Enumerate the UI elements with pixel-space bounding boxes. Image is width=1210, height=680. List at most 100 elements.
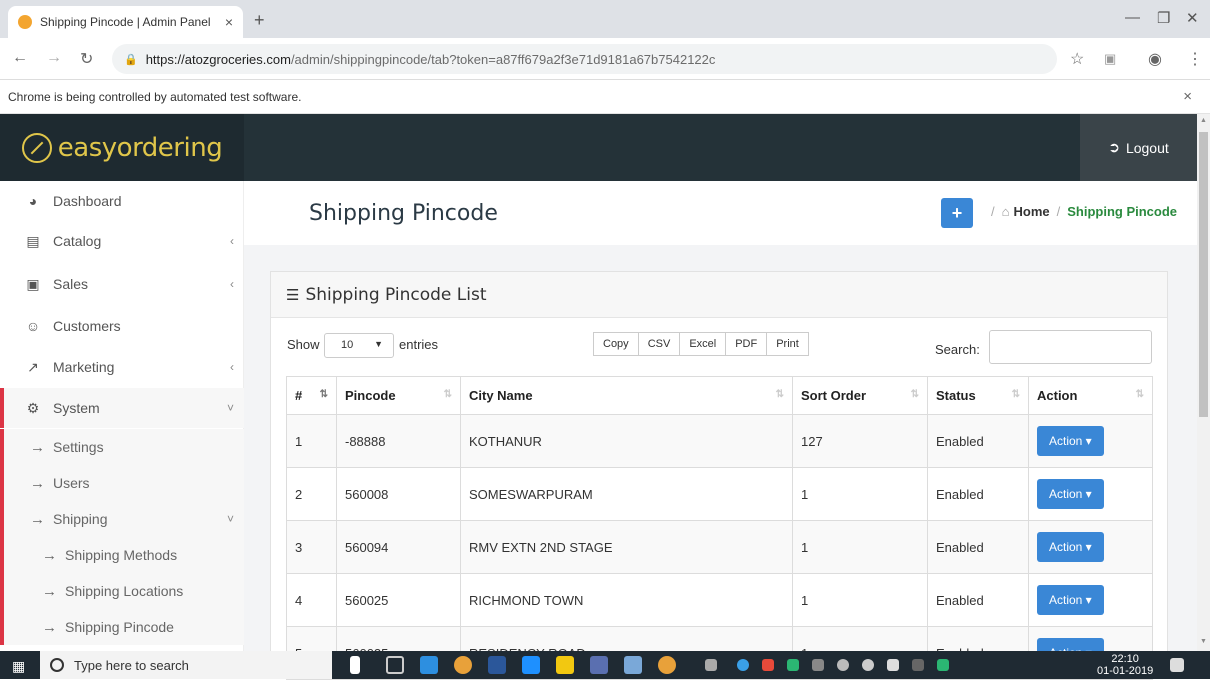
column-header-sort-order[interactable]: Sort Order ⇅	[792, 376, 928, 415]
sticky-notes-icon[interactable]	[556, 656, 574, 674]
edge-icon[interactable]	[522, 656, 540, 674]
minimize-icon[interactable]: —	[1125, 9, 1140, 26]
scroll-up-icon[interactable]: ▲	[1200, 117, 1207, 124]
browser-tab[interactable]: Shipping Pincode | Admin Panel ×	[8, 6, 243, 38]
search-input[interactable]	[989, 330, 1152, 364]
reload-icon[interactable]: ↻	[80, 49, 93, 69]
tray-icon[interactable]	[862, 659, 874, 671]
lock-icon: 🔒	[124, 53, 138, 66]
tray-icon[interactable]	[787, 659, 799, 671]
tray-icon[interactable]	[762, 659, 774, 671]
page-scrollbar[interactable]: ▲ ▼	[1197, 114, 1210, 651]
excel-button[interactable]: Excel	[679, 332, 727, 356]
action-button[interactable]: Action ▾	[1037, 532, 1104, 562]
sidebar-item-settings[interactable]: → Settings	[0, 429, 244, 465]
logo[interactable]: easyordering	[0, 114, 244, 181]
sidebar-item-catalog[interactable]: ▤ Catalog ‹	[0, 221, 244, 261]
chrome-icon[interactable]	[454, 656, 472, 674]
taskbar-search[interactable]: Type here to search	[40, 651, 332, 679]
word-icon[interactable]	[488, 656, 506, 674]
notification-icon[interactable]	[1170, 658, 1184, 672]
print-button[interactable]: Print	[766, 332, 809, 356]
clock[interactable]: 22:10 01-01-2019	[1097, 653, 1153, 677]
column-header-status[interactable]: Status ⇅	[927, 376, 1029, 415]
sidebar: ◕ Dashboard ▤ Catalog ‹ ▣ Sales ‹ ☺ Cust…	[0, 181, 244, 651]
windows-start-icon[interactable]: ▦	[12, 658, 25, 675]
page-header: Shipping Pincode + / ⌂ Home / Shipping P…	[244, 181, 1197, 245]
people-icon[interactable]	[705, 659, 717, 671]
task-view-icon[interactable]	[386, 656, 404, 674]
chevron-down-icon: ˅	[226, 401, 234, 415]
cell-action: Action ▾	[1028, 414, 1153, 468]
info-bar-text: Chrome is being controlled by automated …	[8, 90, 302, 104]
sidebar-item-label: Customers	[53, 318, 121, 334]
csv-button[interactable]: CSV	[637, 332, 681, 356]
sidebar-item-users[interactable]: → Users	[0, 465, 244, 501]
entries-select[interactable]: 10 ▼	[324, 333, 394, 358]
maximize-icon[interactable]: ❐	[1157, 9, 1170, 27]
url-host: https://atozgroceries.com	[145, 51, 291, 67]
url-field[interactable]: 🔒 https://atozgroceries.com/admin/shippi…	[112, 44, 1057, 74]
volume-icon[interactable]	[812, 659, 824, 671]
url-path: /admin/shippingpincode/tab?token=a87ff67…	[290, 51, 716, 67]
sidebar-item-sales[interactable]: ▣ Sales ‹	[0, 264, 244, 304]
chevron-left-icon: ‹	[230, 234, 234, 248]
new-tab-button[interactable]: +	[254, 10, 265, 31]
breadcrumb-home[interactable]: Home	[1013, 204, 1049, 219]
action-button[interactable]: Action ▾	[1037, 479, 1104, 509]
table-row: 1 -88888 KOTHANUR 127 Enabled Action ▾	[286, 414, 1153, 468]
bookmark-star-icon[interactable]: ☆	[1070, 49, 1084, 69]
cell-pincode: 560008	[336, 467, 461, 521]
back-icon[interactable]: ←	[12, 49, 28, 67]
column-header-city[interactable]: City Name ⇅	[460, 376, 793, 415]
tab-close-icon[interactable]: ×	[225, 14, 233, 30]
sort-icon: ⇅	[319, 389, 328, 400]
app-icon[interactable]	[624, 656, 642, 674]
sidebar-item-marketing[interactable]: ↗ Marketing ‹	[0, 347, 244, 387]
forward-icon[interactable]: →	[46, 49, 62, 67]
chrome-icon[interactable]	[658, 656, 676, 674]
profile-icon[interactable]: ◉	[1148, 49, 1162, 69]
sidebar-item-system[interactable]: ⚙ System ˅	[0, 388, 244, 428]
sidebar-item-customers[interactable]: ☺ Customers	[0, 306, 244, 346]
extension-icon[interactable]: ▣	[1104, 51, 1116, 67]
cell-pincode: 560025	[336, 573, 461, 627]
info-bar-close-icon[interactable]: ×	[1183, 88, 1192, 105]
column-header-number[interactable]: # ⇅	[286, 376, 337, 415]
column-header-pincode[interactable]: Pincode ⇅	[336, 376, 461, 415]
sidebar-item-shipping[interactable]: → Shipping ˅	[0, 501, 244, 537]
battery-icon[interactable]	[887, 659, 899, 671]
pdf-button[interactable]: PDF	[725, 332, 768, 356]
add-button[interactable]: +	[941, 198, 973, 228]
microphone-icon[interactable]	[350, 656, 360, 674]
action-button[interactable]: Action ▾	[1037, 426, 1104, 456]
pincode-list-panel: ☰ Shipping Pincode List Show 10 ▼ entrie…	[270, 271, 1168, 680]
taskbar: ▦ Type here to search 22:10 01-01-2019	[0, 651, 1210, 679]
home-icon: ⌂	[1001, 204, 1010, 219]
logout-label: Logout	[1125, 139, 1169, 156]
app-icon[interactable]	[590, 656, 608, 674]
sidebar-item-dashboard[interactable]: ◕ Dashboard	[0, 181, 244, 221]
logout-button[interactable]: ➲ Logout	[1080, 114, 1197, 181]
tray-icon[interactable]	[737, 659, 749, 671]
column-header-action[interactable]: Action ⇅	[1028, 376, 1153, 415]
sidebar-item-label: Shipping Methods	[65, 547, 178, 563]
sidebar-item-shipping-locations[interactable]: → Shipping Locations	[0, 573, 244, 609]
action-button[interactable]: Action ▾	[1037, 585, 1104, 615]
scroll-down-icon[interactable]: ▼	[1200, 638, 1207, 645]
cell-action: Action ▾	[1028, 467, 1153, 521]
cell-number: 2	[286, 467, 337, 521]
breadcrumb-current[interactable]: Shipping Pincode	[1067, 204, 1177, 219]
sidebar-item-shipping-methods[interactable]: → Shipping Methods	[0, 537, 244, 573]
globe-app-icon[interactable]	[420, 656, 438, 674]
wifi-icon[interactable]	[912, 659, 924, 671]
table-row: 2 560008 SOMESWARPURAM 1 Enabled Action …	[286, 467, 1153, 521]
tray-icon[interactable]	[837, 659, 849, 671]
tray-icon[interactable]	[937, 659, 949, 671]
logo-mark-icon	[21, 132, 52, 163]
scrollbar-thumb[interactable]	[1199, 132, 1208, 417]
menu-icon[interactable]: ⋮	[1187, 49, 1203, 69]
window-close-icon[interactable]: ✕	[1186, 9, 1199, 27]
copy-button[interactable]: Copy	[593, 332, 639, 356]
sidebar-item-shipping-pincode[interactable]: → Shipping Pincode	[0, 609, 244, 645]
